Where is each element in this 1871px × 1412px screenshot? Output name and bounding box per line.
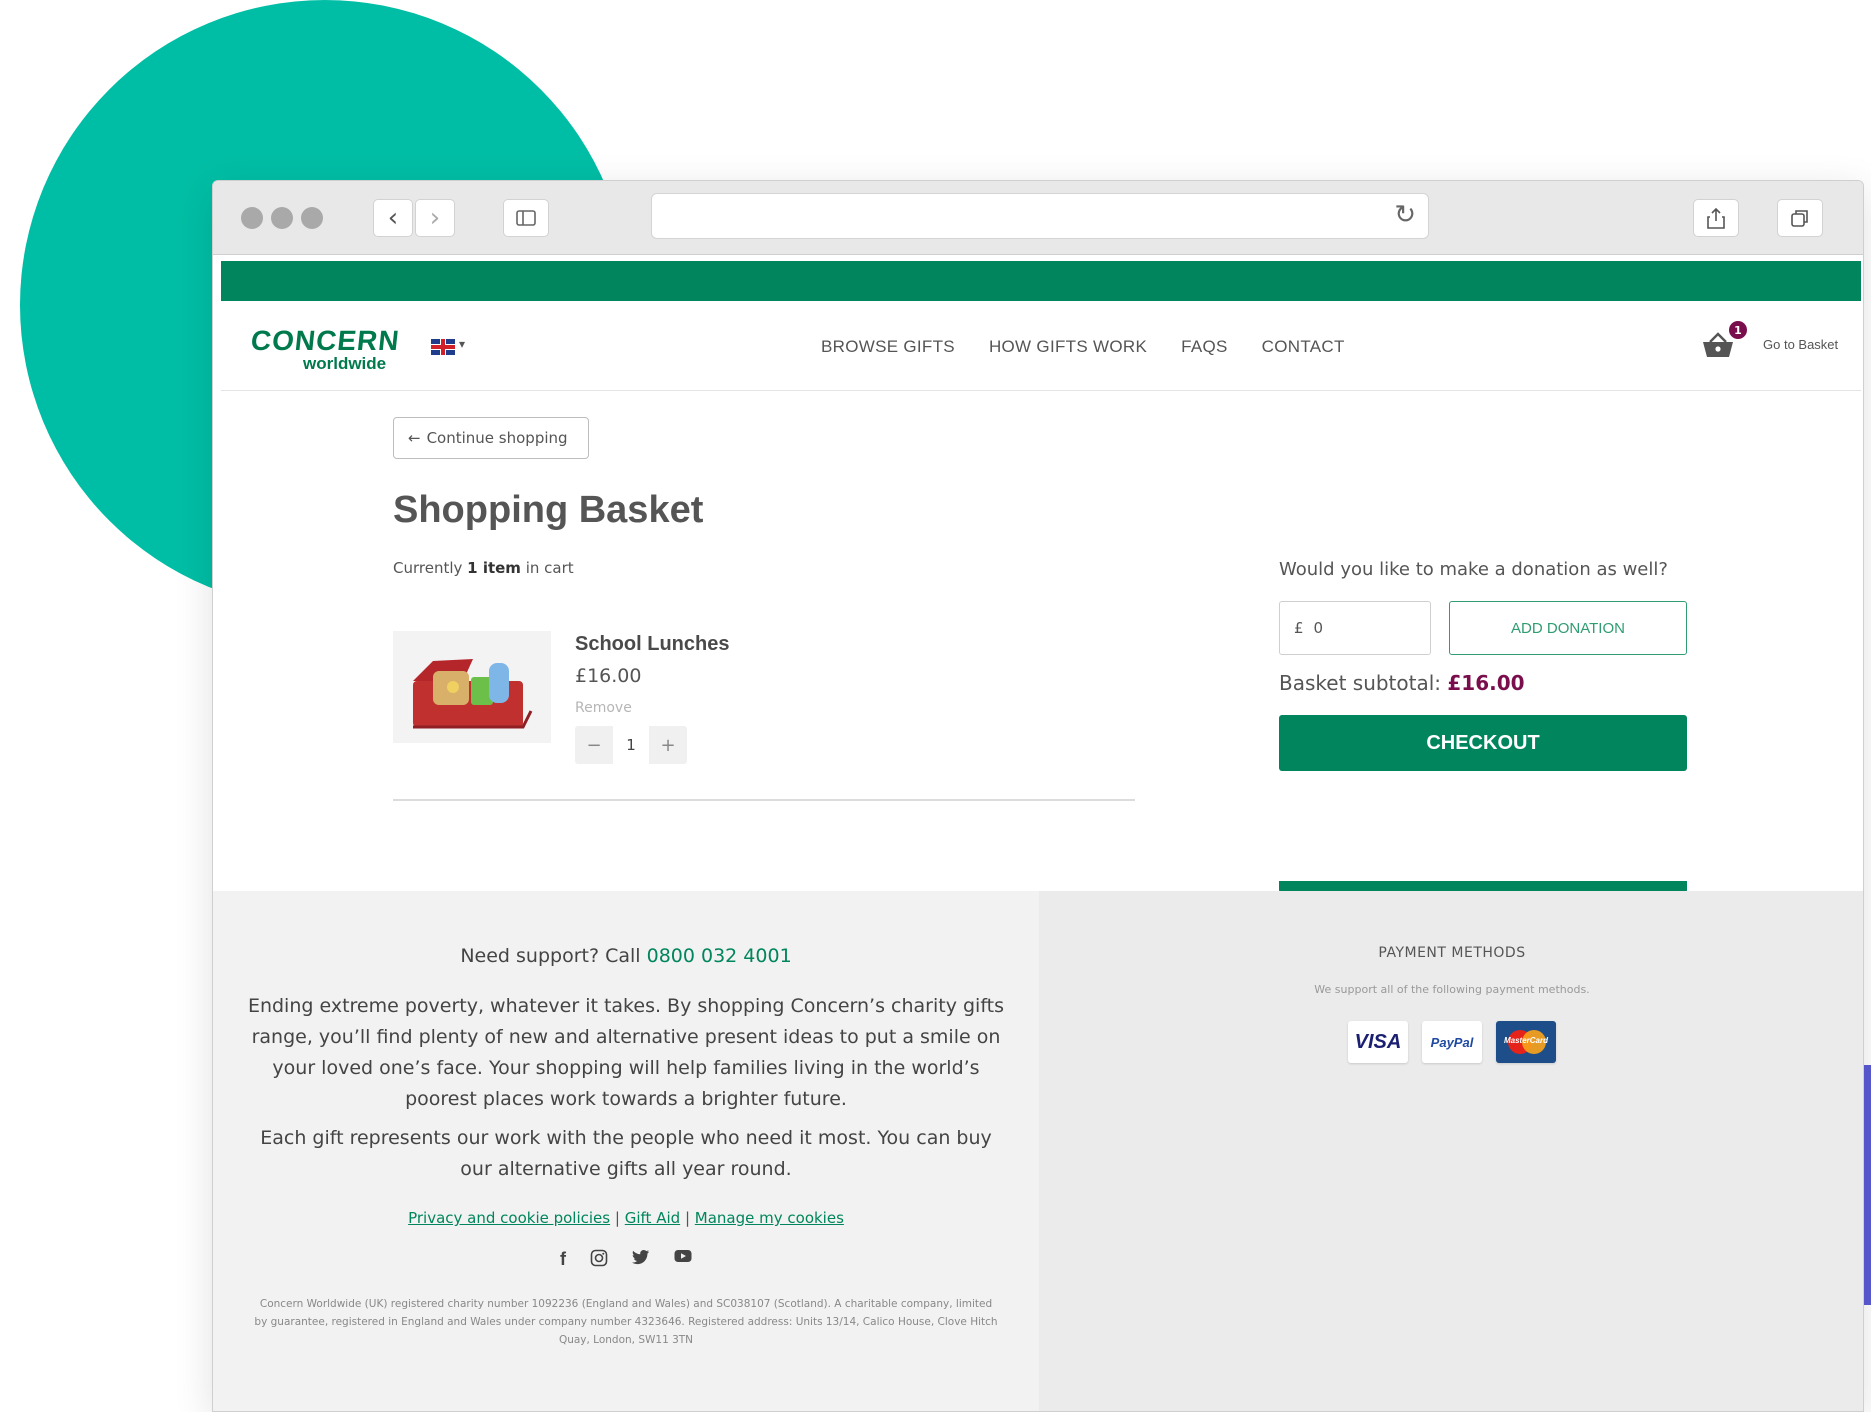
payment-methods-section: PAYMENT METHODS We support all of the fo… <box>1039 891 1863 1411</box>
link-separator: | <box>614 1209 620 1227</box>
nav-faqs[interactable]: FAQS <box>1181 337 1228 357</box>
about-paragraph: Ending extreme poverty, whatever it take… <box>247 995 1005 1110</box>
basket-subtotal: Basket subtotal: £16.00 <box>1279 671 1525 695</box>
back-icon[interactable]: ‹ <box>373 199 413 237</box>
support-line: Need support? Call 0800 032 4001 <box>213 945 1039 967</box>
item-divider <box>393 799 1135 801</box>
page-title: Shopping Basket <box>393 489 704 531</box>
cart-count-prefix: Currently <box>393 559 468 577</box>
paypal-icon: PayPal <box>1422 1021 1482 1063</box>
continue-shopping-label: Continue shopping <box>426 429 568 447</box>
cart-count-value: 1 item <box>467 559 521 577</box>
reload-icon[interactable]: ↻ <box>1394 200 1416 230</box>
browser-window: ‹ › ↻ CONCERN worldwide ▾ BROWSE GIFTS H… <box>212 180 1864 1412</box>
browser-toolbar: ‹ › ↻ <box>213 181 1863 255</box>
logo-subtext: worldwide <box>303 354 387 373</box>
footer-links: Privacy and cookie policies | Gift Aid |… <box>213 1209 1039 1227</box>
address-bar[interactable]: ↻ <box>651 193 1429 239</box>
main-nav: BROWSE GIFTS HOW GIFTS WORK FAQS CONTACT <box>821 337 1345 357</box>
visa-icon: VISA <box>1348 1021 1408 1063</box>
uk-flag-icon[interactable] <box>431 339 455 355</box>
subtotal-label: Basket subtotal: <box>1279 671 1448 695</box>
concern-logo[interactable]: CONCERN worldwide <box>249 325 402 373</box>
gift-aid-link[interactable]: Gift Aid <box>625 1209 680 1227</box>
donation-question: Would you like to make a donation as wel… <box>1279 559 1668 580</box>
window-zoom-dot[interactable] <box>301 207 323 229</box>
window-close-dot[interactable] <box>241 207 263 229</box>
basket-count-badge: 1 <box>1729 321 1747 339</box>
window-minimize-dot[interactable] <box>271 207 293 229</box>
legal-text: Concern Worldwide (UK) registered charit… <box>254 1298 998 1346</box>
donation-amount-input[interactable]: £ 0 <box>1279 601 1431 655</box>
privacy-link[interactable]: Privacy and cookie policies <box>408 1209 610 1227</box>
chevron-down-icon[interactable]: ▾ <box>459 337 465 351</box>
product-price: £16.00 <box>575 665 642 687</box>
cart-count-suffix: in cart <box>520 559 574 577</box>
minus-icon[interactable]: − <box>575 726 613 764</box>
add-donation-button[interactable]: ADD DONATION <box>1449 601 1687 655</box>
quantity-value[interactable]: 1 <box>613 726 649 764</box>
facebook-icon[interactable]: f <box>560 1249 566 1270</box>
page: ‹ › ↻ CONCERN worldwide ▾ BROWSE GIFTS H… <box>0 0 1871 1412</box>
mastercard-label: MasterCard <box>1503 1036 1548 1045</box>
arrow-left-icon: ← <box>408 429 421 447</box>
payment-methods-subtitle: We support all of the following payment … <box>1314 983 1590 996</box>
currency-symbol: £ <box>1294 619 1304 637</box>
tabs-icon[interactable] <box>1777 199 1823 237</box>
youtube-icon[interactable] <box>674 1249 692 1263</box>
forward-icon[interactable]: › <box>415 199 455 237</box>
footer-info: Need support? Call 0800 032 4001 Ending … <box>213 891 1039 1411</box>
donation-amount-value: 0 <box>1313 619 1324 637</box>
site-header: CONCERN worldwide ▾ BROWSE GIFTS HOW GIF… <box>221 301 1861 391</box>
continue-shopping-button[interactable]: ← Continue shopping <box>393 417 589 459</box>
support-phone-link[interactable]: 0800 032 4001 <box>647 945 792 967</box>
about-paragraph-2: Each gift represents our work with the p… <box>260 1127 992 1180</box>
social-links: f <box>213 1249 1039 1270</box>
share-icon[interactable] <box>1693 199 1739 237</box>
go-to-basket-link[interactable]: Go to Basket <box>1763 337 1838 352</box>
cart-count: Currently 1 item in cart <box>393 559 574 577</box>
twitter-icon[interactable] <box>632 1249 650 1265</box>
product-image[interactable] <box>393 631 551 743</box>
nav-browse-gifts[interactable]: BROWSE GIFTS <box>821 337 955 357</box>
quantity-stepper: − 1 + <box>575 726 687 764</box>
link-separator: | <box>684 1209 690 1227</box>
manage-cookies-link[interactable]: Manage my cookies <box>695 1209 844 1227</box>
sidebar-toggle-icon[interactable] <box>503 199 549 237</box>
logo-text: CONCERN <box>249 325 402 356</box>
subtotal-value: £16.00 <box>1447 671 1525 695</box>
plus-icon[interactable]: + <box>649 726 687 764</box>
remove-link[interactable]: Remove <box>575 700 632 716</box>
instagram-icon[interactable] <box>590 1249 608 1267</box>
payment-cards: VISA PayPal MasterCard <box>1039 1021 1863 1063</box>
mastercard-icon: MasterCard <box>1496 1021 1556 1063</box>
nav-contact[interactable]: CONTACT <box>1262 337 1345 357</box>
payment-methods-title: PAYMENT METHODS <box>1378 945 1526 961</box>
nav-how-gifts-work[interactable]: HOW GIFTS WORK <box>989 337 1147 357</box>
support-prefix: Need support? Call <box>460 945 647 967</box>
checkout-button[interactable]: CHECKOUT <box>1279 715 1687 771</box>
product-name[interactable]: School Lunches <box>575 633 729 656</box>
top-band <box>221 261 1861 301</box>
